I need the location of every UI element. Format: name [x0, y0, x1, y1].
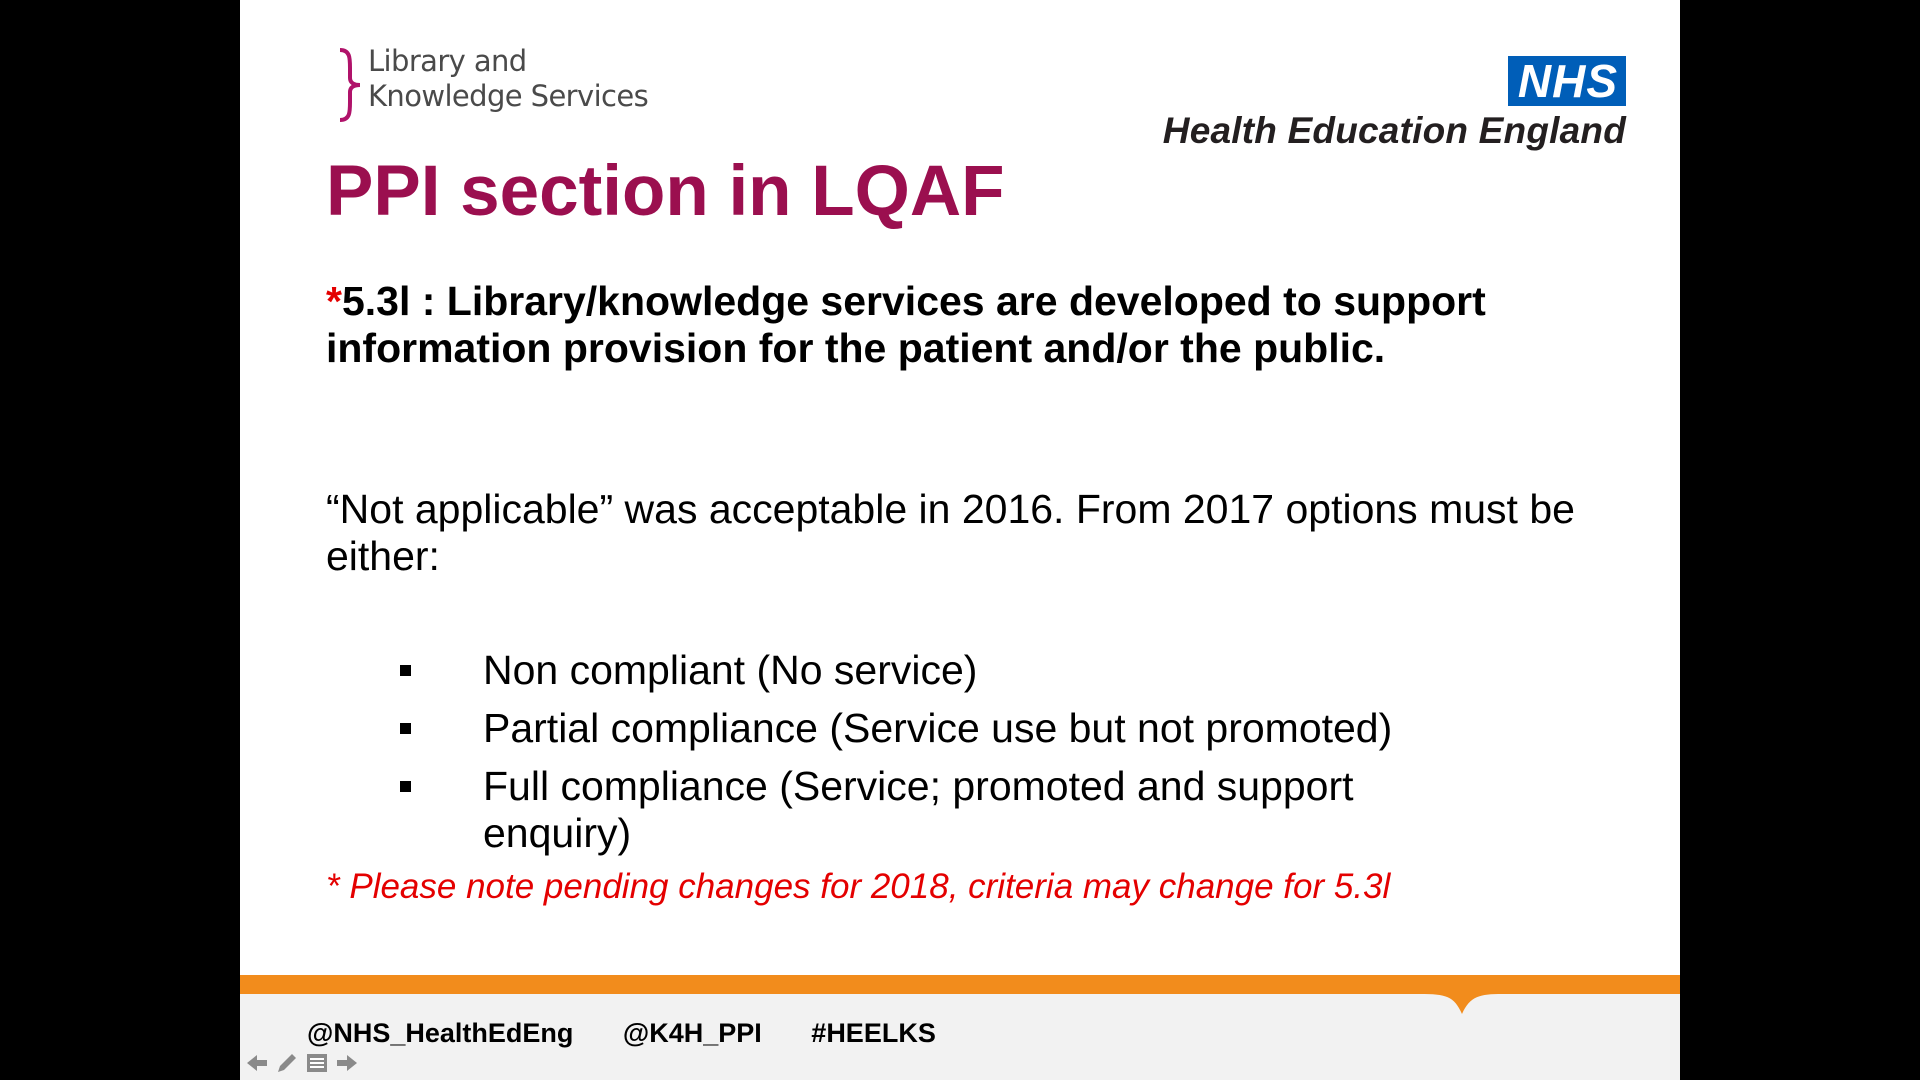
- footer-tag-nhs: @NHS_HealthEdEng: [307, 1018, 574, 1048]
- menu-icon[interactable]: [304, 1050, 330, 1076]
- slide: Library and Knowledge Services NHS Healt…: [240, 0, 1680, 1080]
- option-text: Non compliant (No service): [483, 647, 978, 693]
- presenter-nav: [244, 1050, 360, 1076]
- footer-wave-decoration: [240, 990, 1680, 1014]
- square-bullet-icon: [400, 723, 411, 734]
- body-paragraph: “Not applicable” was acceptable in 2016.…: [326, 486, 1575, 579]
- criterion-heading: *5.3l : Library/knowledge services are d…: [326, 278, 1556, 372]
- option-text: Full compliance (Service; promoted and s…: [483, 763, 1354, 856]
- lks-logo-line1: Library and: [368, 44, 527, 78]
- nhs-logo-box: NHS: [1507, 56, 1626, 106]
- slide-title: PPI section in LQAF: [326, 152, 1005, 231]
- list-item: Non compliant (No service): [400, 647, 1500, 694]
- lks-logo-text: Library and Knowledge Services: [368, 44, 649, 114]
- footer-hashtags: @NHS_HealthEdEng @K4H_PPI #HEELKS: [307, 1018, 978, 1049]
- square-bullet-icon: [400, 781, 411, 792]
- pending-changes-note: * Please note pending changes for 2018, …: [326, 867, 1391, 906]
- option-text: Partial compliance (Service use but not …: [483, 705, 1393, 751]
- footer-tag-heelks: #HEELKS: [811, 1018, 936, 1048]
- nhs-hee-logo: NHS Health Education England: [1163, 56, 1626, 154]
- options-list: Non compliant (No service) Partial compl…: [400, 647, 1500, 868]
- criterion-asterisk: *: [326, 278, 342, 324]
- list-item: Partial compliance (Service use but not …: [400, 705, 1500, 752]
- pen-icon[interactable]: [274, 1050, 300, 1076]
- hee-logo-text: Health Education England: [1162, 110, 1626, 151]
- criterion-text: 5.3l : Library/knowledge services are de…: [326, 278, 1486, 371]
- lks-logo: Library and Knowledge Services: [336, 44, 649, 122]
- next-arrow-icon[interactable]: [334, 1050, 360, 1076]
- brace-logo-icon: [339, 48, 361, 122]
- footer-tag-k4h: @K4H_PPI: [622, 1018, 762, 1048]
- square-bullet-icon: [400, 665, 411, 676]
- list-item: Full compliance (Service; promoted and s…: [400, 763, 1500, 857]
- previous-arrow-icon[interactable]: [244, 1050, 270, 1076]
- lks-logo-line2: Knowledge Services: [368, 79, 649, 113]
